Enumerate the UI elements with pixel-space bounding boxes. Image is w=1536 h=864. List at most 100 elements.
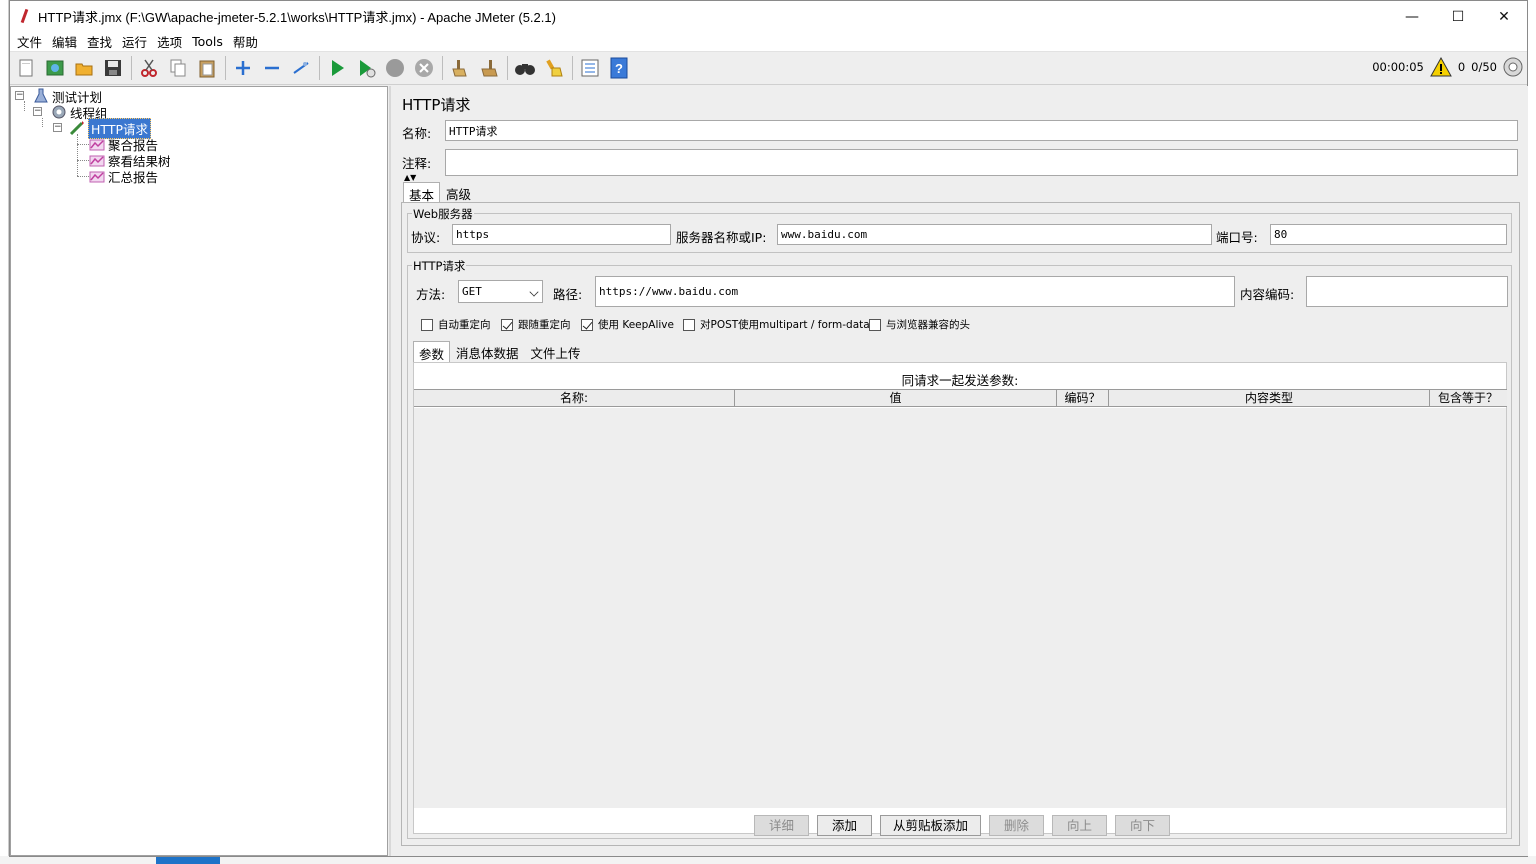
- warning-count: 0: [1457, 60, 1466, 74]
- menu-tools[interactable]: Tools: [187, 34, 228, 49]
- stop-button[interactable]: [382, 55, 408, 81]
- menu-options[interactable]: 选项: [152, 32, 187, 51]
- gear-icon: [52, 105, 66, 119]
- tree-label: 汇总报告: [108, 169, 159, 185]
- delete-button[interactable]: 删除: [989, 815, 1044, 836]
- start-button[interactable]: [324, 55, 350, 81]
- close-button[interactable]: ✕: [1481, 1, 1527, 32]
- chevron-down-icon: [529, 287, 539, 297]
- tree-collapse-toggle[interactable]: −: [53, 123, 62, 132]
- elapsed-time: 00:00:05: [1372, 60, 1424, 74]
- tree-line: [77, 144, 89, 145]
- start-no-pause-button[interactable]: [353, 55, 379, 81]
- move-down-button[interactable]: 向下: [1115, 815, 1170, 836]
- test-plan-tree[interactable]: − 测试计划 − 线程组 − HTTP请求 聚合报告 察看结果树 汇总报告: [10, 86, 388, 856]
- open-icon: [75, 63, 93, 76]
- follow-auto-redirect-checkbox[interactable]: 自动重定向: [421, 317, 491, 332]
- paste-icon: [199, 60, 215, 78]
- browser-compatible-headers-checkbox[interactable]: 与浏览器兼容的头: [869, 317, 970, 332]
- toggle-icon: [293, 62, 309, 74]
- column-header-encode[interactable]: 编码？: [1057, 390, 1109, 406]
- search-button[interactable]: [512, 55, 538, 81]
- clear-all-button[interactable]: [476, 55, 502, 81]
- panel-splitter[interactable]: [389, 86, 391, 856]
- parameters-table-body[interactable]: [414, 408, 1506, 808]
- test-plan-icon: [34, 88, 48, 103]
- taskbar-edge: [0, 856, 1536, 864]
- tree-collapse-toggle[interactable]: −: [15, 91, 24, 100]
- add-from-clipboard-button[interactable]: 从剪贴板添加: [880, 815, 981, 836]
- function-helper-button[interactable]: [577, 55, 603, 81]
- protocol-field[interactable]: https: [452, 224, 671, 245]
- clear-button[interactable]: [447, 55, 473, 81]
- column-header-value[interactable]: 值: [735, 390, 1057, 406]
- tree-node-summary-report[interactable]: 汇总报告: [89, 168, 159, 185]
- detail-button[interactable]: 详细: [754, 815, 809, 836]
- toolbar-separator: [442, 56, 443, 80]
- open-button[interactable]: [71, 55, 97, 81]
- templates-icon: [46, 60, 64, 76]
- name-field[interactable]: HTTP请求: [445, 120, 1518, 141]
- multipart-checkbox[interactable]: 对POST使用multipart / form-data: [683, 317, 870, 332]
- save-button[interactable]: [100, 55, 126, 81]
- content-encoding-field[interactable]: [1306, 276, 1508, 307]
- move-up-button[interactable]: 向上: [1052, 815, 1107, 836]
- menu-file[interactable]: 文件: [12, 32, 47, 51]
- maximize-button[interactable]: ☐: [1435, 1, 1481, 32]
- listener-chart-icon: [89, 171, 105, 183]
- web-server-title: Web服务器: [412, 206, 474, 222]
- method-value: GET: [462, 285, 482, 298]
- collapse-all-button[interactable]: [259, 55, 285, 81]
- taskbar-active-item[interactable]: [156, 856, 220, 864]
- column-header-name[interactable]: 名称:: [414, 390, 735, 406]
- server-label: 服务器名称或IP:: [676, 230, 767, 245]
- toggle-button[interactable]: [288, 55, 314, 81]
- checkbox-box: [683, 318, 695, 331]
- checkbox-label: 跟随重定向: [518, 319, 571, 331]
- parameters-button-row: 详细 添加 从剪贴板添加 删除 向上 向下: [754, 815, 1170, 836]
- copy-button[interactable]: [165, 55, 191, 81]
- title-bar[interactable]: HTTP请求.jmx (F:\GW\apache-jmeter-5.2.1\wo…: [10, 1, 1527, 32]
- menu-run[interactable]: 运行: [117, 32, 152, 51]
- tree-line: [77, 160, 89, 161]
- follow-redirects-checkbox[interactable]: 跟随重定向: [501, 317, 571, 332]
- server-field[interactable]: www.baidu.com: [777, 224, 1212, 245]
- new-button[interactable]: [13, 55, 39, 81]
- menu-help[interactable]: 帮助: [228, 32, 263, 51]
- comment-field[interactable]: [445, 149, 1518, 176]
- toolbar-separator: [507, 56, 508, 80]
- comment-label: 注释:: [402, 156, 432, 171]
- desktop-right-edge: [1528, 0, 1536, 864]
- expand-all-button[interactable]: [230, 55, 256, 81]
- clear-all-icon: [481, 60, 498, 77]
- copy-icon: [170, 59, 186, 77]
- paste-button[interactable]: [194, 55, 220, 81]
- column-header-content-type[interactable]: 内容类型: [1109, 390, 1430, 406]
- shutdown-icon: [415, 59, 433, 77]
- tree-collapse-toggle[interactable]: −: [33, 107, 42, 116]
- reset-search-button[interactable]: [541, 55, 567, 81]
- keepalive-checkbox[interactable]: 使用 KeepAlive: [581, 317, 674, 332]
- method-select[interactable]: GET: [458, 280, 543, 303]
- menu-search[interactable]: 查找: [82, 32, 117, 51]
- reset-search-icon: [546, 59, 563, 77]
- column-header-include-equals[interactable]: 包含等于？: [1430, 390, 1506, 406]
- parameters-panel: 同请求一起发送参数: 名称: 值 编码？ 内容类型 包含等于？ 详细 添加 从剪…: [413, 362, 1507, 836]
- templates-button[interactable]: [42, 55, 68, 81]
- listener-chart-icon: [89, 155, 105, 167]
- help-button[interactable]: ?: [606, 55, 632, 81]
- shutdown-button[interactable]: [411, 55, 437, 81]
- minimize-button[interactable]: —: [1389, 1, 1435, 32]
- parameters-caption: 同请求一起发送参数:: [901, 373, 1019, 388]
- cut-button[interactable]: [136, 55, 162, 81]
- expand-icon: [236, 61, 250, 75]
- add-button[interactable]: 添加: [817, 815, 872, 836]
- warning-icon[interactable]: [1429, 57, 1452, 77]
- svg-text:?: ?: [615, 61, 623, 76]
- toolbar-separator: [319, 56, 320, 80]
- menu-edit[interactable]: 编辑: [47, 32, 82, 51]
- path-field[interactable]: https://www.baidu.com: [595, 276, 1235, 307]
- port-field[interactable]: 80: [1270, 224, 1507, 245]
- checkbox-box: [581, 318, 593, 331]
- menu-bar: 文件 编辑 查找 运行 选项 Tools 帮助: [10, 32, 1527, 52]
